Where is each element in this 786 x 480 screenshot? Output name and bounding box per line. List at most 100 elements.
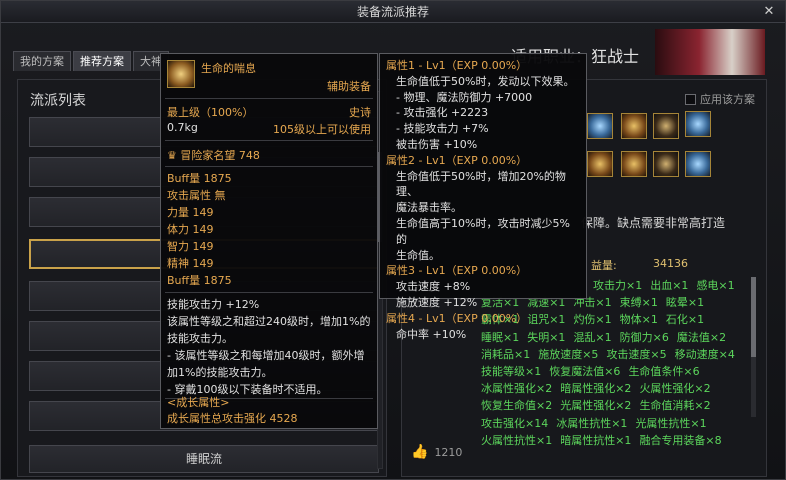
growth-value: 成长属性总攻击强化 4528 <box>167 412 298 425</box>
option-line: 被击伤害 +10% <box>396 137 478 151</box>
attribute-item: 生命值条件×6 <box>628 365 700 379</box>
option-line: - 攻击强化 +2223 <box>396 106 489 120</box>
attribute-item: 物体×1 <box>619 313 658 327</box>
apply-plan-label: 应用该方案 <box>700 93 755 106</box>
scroll-thumb[interactable] <box>751 277 756 357</box>
item-options-tooltip: 属性1 - Lv1（EXP 0.00%） 生命值低于50%时，发动以下效果。 - 物… <box>379 53 587 341</box>
effect-line: 技能攻击力 +12% <box>167 298 260 311</box>
checkbox-icon[interactable] <box>685 93 696 105</box>
equipment-slot-icon[interactable] <box>653 113 679 139</box>
option-heading: 属性2 - Lv1（EXP 0.00%） <box>386 153 528 167</box>
character-banner <box>655 29 765 75</box>
attribute-item: 石化×1 <box>665 313 705 327</box>
reputation: ♛ 冒险家名望 748 <box>167 147 260 163</box>
tab-recommended[interactable]: 推荐方案 <box>73 51 131 71</box>
attribute-item: 攻击强化×14 <box>481 416 549 430</box>
tab-my-plans[interactable]: 我的方案 <box>13 51 71 71</box>
effect-line: - 该属性等级之和每增加40级时，额外增 <box>167 349 365 362</box>
attribute-item: 光属性强化×2 <box>560 399 632 413</box>
attribute-item: 暗属性强化×2 <box>560 382 632 396</box>
option-heading: 属性3 - Lv1（EXP 0.00%） <box>386 264 528 278</box>
stat-line: 体力 149 <box>167 223 214 236</box>
attribute-item: 暗属性抗性×1 <box>560 433 632 447</box>
attribute-item: 魔法值×2 <box>676 330 727 344</box>
like-counter[interactable]: 👍 1210 <box>411 444 462 460</box>
divider <box>165 98 373 99</box>
option-heading: 属性4 - Lv1（EXP 0.00%） <box>386 311 528 325</box>
stat-line: Buff量 1875 <box>167 274 232 287</box>
equipment-slot-icon[interactable] <box>587 151 613 177</box>
window-title: 装备流派推荐 <box>356 5 429 19</box>
attribute-row: 消耗品×1 施放速度×5 攻击速度×5 移动速度×4 <box>481 346 749 363</box>
option-line: 生命值。 <box>396 248 440 262</box>
attribute-item: 火属性抗性×1 <box>481 433 553 447</box>
thumbs-up-icon[interactable]: 👍 <box>411 444 428 460</box>
equipment-slot-icon[interactable] <box>685 111 711 137</box>
attribute-row: 火属性抗性×1 暗属性抗性×1 融合专用装备×8 <box>481 432 749 449</box>
attribute-item: 感电×1 <box>696 279 735 292</box>
stat-line: 精神 149 <box>167 257 214 270</box>
item-type: 辅助装备 <box>327 80 371 93</box>
stat-line: 攻击属性 無 <box>167 189 226 202</box>
attribute-item: 火属性强化×2 <box>639 382 711 396</box>
route-item-sleep[interactable]: 睡眠流 <box>29 445 379 473</box>
route-list-title: 流派列表 <box>30 93 86 109</box>
plan-description: 保障。缺点需要非常高打造 <box>581 216 726 230</box>
item-level-req: 105级以上可以使用 <box>273 123 371 136</box>
item-icon <box>167 60 195 88</box>
effect-line: 加1%的技能攻击力。 <box>167 366 273 379</box>
attribute-item: 技能等级×1 <box>481 365 542 379</box>
reputation-icon: ♛ <box>167 149 181 162</box>
attribute-item: 融合专用装备×8 <box>639 433 722 447</box>
attribute-item: 出血×1 <box>650 279 689 292</box>
item-name: 生命的喘息 <box>201 62 256 75</box>
equipment-slot-icon[interactable] <box>587 113 613 139</box>
item-rarity: 史诗 <box>349 106 371 119</box>
option-line: 生命值高于10%时，攻击时减少5%的 <box>396 216 570 246</box>
effect-line: 该属性等级之和超过240级时，增加1%的 <box>167 315 371 328</box>
reputation-text: 冒险家名望 748 <box>180 149 260 162</box>
item-tooltip: 生命的喘息 辅助装备 最上级（100%） 史诗 0.7kg 105级以上可以使用… <box>160 53 378 429</box>
option-line: 生命值低于50%时，发动以下效果。 <box>396 74 575 88</box>
stat-line: 力量 149 <box>167 206 214 219</box>
option-line: 命中率 +10% <box>396 327 467 341</box>
attribute-item: 移动速度×4 <box>674 347 735 361</box>
item-weight: 0.7kg <box>167 121 198 134</box>
equipment-slot-icon[interactable] <box>621 113 647 139</box>
attribute-item: 束缚×1 <box>619 296 658 310</box>
equipment-slot-icon[interactable] <box>653 151 679 177</box>
attribute-item: 生命值消耗×2 <box>639 399 711 413</box>
attribute-item: 攻击速度×5 <box>606 347 667 361</box>
apply-plan-checkbox[interactable]: 应用该方案 <box>685 91 755 107</box>
divider <box>165 292 373 293</box>
equipment-route-window: 装备流派推荐 ✕ 我的方案 推荐方案 大神 流派列表 睡眠流 适用职业：狂战士 … <box>0 0 786 480</box>
attribute-item: 防御力×6 <box>619 330 669 344</box>
gain-value: 34136 <box>653 257 688 270</box>
attribute-item: 恢复魔法值×6 <box>549 365 621 379</box>
option-line: 施放速度 +12% <box>396 295 478 309</box>
attribute-row: 攻击强化×14 冰属性抗性×1 光属性抗性×1 <box>481 415 749 432</box>
effect-line: 技能攻击力。 <box>167 332 233 345</box>
divider <box>165 166 373 167</box>
attribute-row: 恢复生命值×2 光属性强化×2 生命值消耗×2 <box>481 397 749 414</box>
attribute-item: 冰属性强化×2 <box>481 382 553 396</box>
option-list: 属性1 - Lv1（EXP 0.00%） 生命值低于50%时，发动以下效果。 - 物… <box>386 58 580 342</box>
equipment-slot-icon[interactable] <box>621 151 647 177</box>
option-line: 生命值低于50%时，增加20%的物理、 <box>396 169 566 199</box>
attribute-item: 眩晕×1 <box>665 296 705 310</box>
window-titlebar: 装备流派推荐 ✕ <box>1 1 785 23</box>
option-line: - 物理、魔法防御力 +7000 <box>396 90 533 104</box>
like-count: 1210 <box>434 445 463 459</box>
attribute-item: 光属性抗性×1 <box>635 416 707 430</box>
option-heading: 属性1 - Lv1（EXP 0.00%） <box>386 59 528 72</box>
gain-label: 益量: <box>591 259 617 272</box>
close-button[interactable]: ✕ <box>761 4 777 20</box>
stat-line: Buff量 1875 <box>167 172 232 185</box>
item-effect: 技能攻击力 +12% 该属性等级之和超过240级时，增加1%的 技能攻击力。 -… <box>167 296 370 398</box>
equipment-slot-icon[interactable] <box>685 151 711 177</box>
attribute-item: 恢复生命值×2 <box>481 399 553 413</box>
attribute-item: 攻击力×1 <box>593 279 643 292</box>
attribute-row: 技能等级×1 恢复魔法值×6 生命值条件×6 <box>481 363 749 380</box>
option-line: - 技能攻击力 +7% <box>396 122 489 136</box>
attribute-scrollbar[interactable] <box>751 277 756 417</box>
